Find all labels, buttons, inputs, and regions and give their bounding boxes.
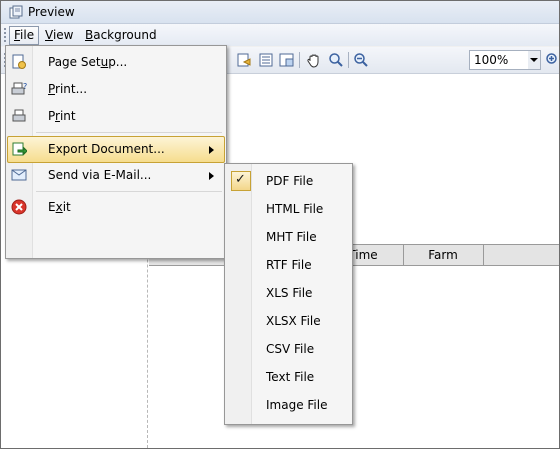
menu-file[interactable]: File: [9, 26, 40, 45]
menu-item-label: Export Document...: [48, 142, 165, 156]
menu-item-label: Print: [48, 109, 76, 123]
report-header-cell: Farm: [403, 245, 484, 265]
exit-icon: [11, 199, 27, 215]
submenu-item-label: Text File: [266, 370, 315, 384]
submenu-item-label: Image File: [266, 398, 328, 412]
submenu-item-html[interactable]: HTML File: [228, 195, 349, 223]
export-document-icon: [12, 142, 27, 156]
menu-background[interactable]: Background: [81, 27, 161, 44]
menu-item-print[interactable]: Print: [8, 104, 224, 129]
submenu-item-label: HTML File: [266, 202, 324, 216]
zoom-combobox[interactable]: 100%: [469, 50, 529, 70]
submenu-item-label: RTF File: [266, 258, 312, 272]
menu-item-exit[interactable]: Exit: [8, 195, 224, 220]
file-menu: Page Setup... ? Print... Print Export Do…: [5, 45, 227, 259]
export-submenu: ✓ PDF File HTML File MHT File RTF File X…: [224, 163, 353, 425]
submenu-item-label: PDF File: [266, 174, 314, 188]
zoom-out-icon[interactable]: [353, 52, 369, 68]
menu-item-label: Page Setup...: [48, 55, 128, 69]
window-title: Preview: [28, 5, 75, 19]
email-icon: [11, 169, 27, 181]
magnifier-icon[interactable]: [328, 52, 344, 68]
submenu-item-image[interactable]: Image File: [228, 391, 349, 419]
toolbar-separator: [348, 52, 349, 68]
menu-view[interactable]: View: [41, 27, 77, 44]
print-dialog-icon: ?: [11, 82, 27, 95]
submenu-item-xlsx[interactable]: XLSX File: [228, 307, 349, 335]
submenu-item-label: XLS File: [266, 286, 313, 300]
submenu-item-csv[interactable]: CSV File: [228, 335, 349, 363]
open-icon[interactable]: [236, 52, 252, 68]
submenu-item-pdf[interactable]: ✓ PDF File: [228, 167, 349, 195]
menu-item-print-dialog[interactable]: ? Print...: [8, 77, 224, 102]
submenu-arrow-icon: [209, 172, 214, 180]
menu-separator: [36, 191, 222, 192]
preview-icon: [9, 5, 23, 19]
menu-item-send-email[interactable]: Send via E-Mail...: [8, 163, 224, 188]
menu-item-label: Print...: [48, 82, 88, 96]
submenu-item-label: XLSX File: [266, 314, 321, 328]
zoom-in-icon[interactable]: [545, 52, 560, 68]
checkmark-icon: ✓: [231, 171, 251, 191]
menu-background-label: Background: [85, 28, 157, 42]
menu-file-label: File: [14, 28, 35, 42]
submenu-item-xls[interactable]: XLS File: [228, 279, 349, 307]
submenu-item-text[interactable]: Text File: [228, 363, 349, 391]
zoom-dropdown-button[interactable]: [528, 50, 541, 70]
menu-item-export-document[interactable]: Export Document...: [7, 136, 225, 163]
menu-item-label: Send via E-Mail...: [48, 168, 152, 182]
title-bar: Preview: [1, 1, 559, 24]
menu-view-label: View: [45, 28, 74, 42]
scale-icon[interactable]: [279, 52, 295, 68]
submenu-item-rtf[interactable]: RTF File: [228, 251, 349, 279]
menu-item-label: Exit: [48, 200, 71, 214]
submenu-item-label: MHT File: [266, 230, 317, 244]
page-layout-icon[interactable]: [258, 52, 274, 68]
submenu-item-mht[interactable]: MHT File: [228, 223, 349, 251]
menu-item-page-setup[interactable]: Page Setup...: [8, 50, 224, 75]
zoom-value: 100%: [474, 53, 509, 67]
submenu-arrow-icon: [209, 146, 214, 154]
submenu-item-label: CSV File: [266, 342, 315, 356]
page-setup-icon: [12, 54, 26, 69]
toolbar-separator: [299, 52, 300, 68]
print-icon: [12, 109, 26, 122]
menu-separator: [36, 132, 222, 133]
svg-text:?: ?: [23, 82, 27, 91]
hand-tool-icon[interactable]: [306, 52, 322, 68]
menu-bar: File View Background: [1, 24, 559, 46]
